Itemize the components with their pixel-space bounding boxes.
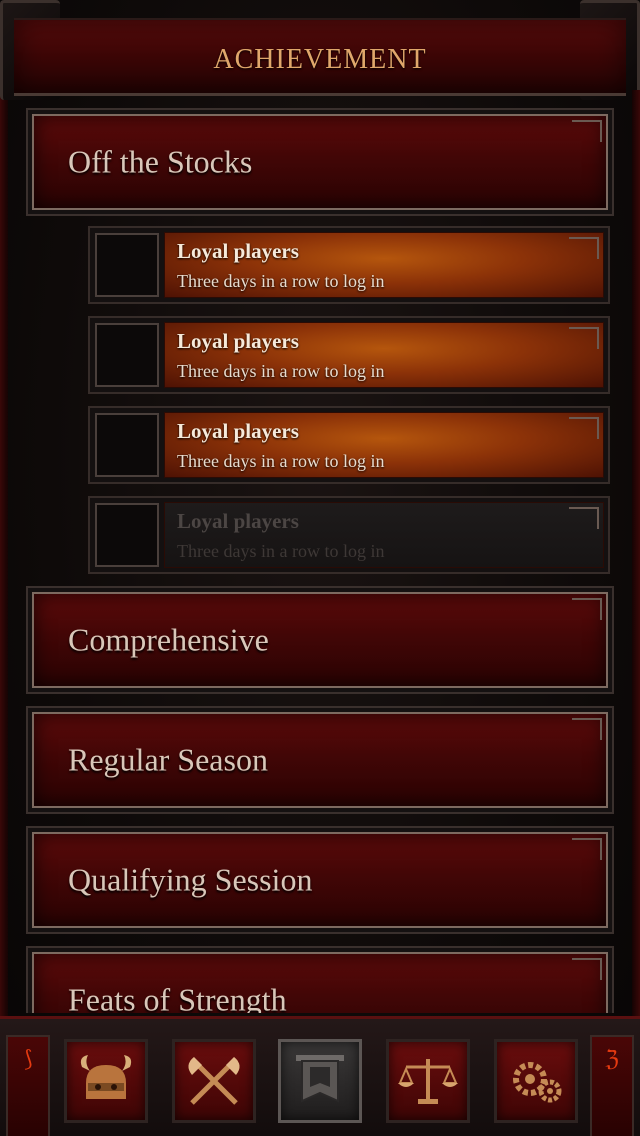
achievement-item-locked[interactable]: Loyal players Three days in a row to log… — [88, 496, 610, 574]
category-label: Comprehensive — [68, 621, 269, 658]
achievement-description: Three days in a row to log in — [177, 541, 385, 561]
category-label: Off the Stocks — [68, 143, 253, 180]
achievement-description: Three days in a row to log in — [177, 361, 385, 381]
category-qualifying-session[interactable]: Qualifying Session — [26, 826, 614, 934]
category-comprehensive[interactable]: Comprehensive — [26, 586, 614, 694]
gears-icon — [513, 1062, 562, 1103]
corner-ornament-icon — [569, 507, 599, 529]
corner-ornament-icon — [569, 417, 599, 439]
achievement-icon-slot — [95, 323, 159, 387]
bottom-nav: ⟆ ℨ — [0, 1016, 640, 1136]
rune-icon: ℨ — [605, 1047, 619, 1072]
category-feats-of-strength[interactable]: Feats of Strength — [26, 946, 614, 1013]
achievement-description: Three days in a row to log in — [177, 451, 385, 471]
achievement-icon-slot — [95, 233, 159, 297]
rune-icon: ⟆ — [23, 1047, 33, 1072]
nav-achievement-button[interactable] — [278, 1039, 362, 1123]
nav-settings-button[interactable] — [494, 1039, 578, 1123]
category-label: Regular Season — [68, 741, 268, 778]
page-title: ACHIEVEMENT — [213, 44, 427, 75]
corner-ornament-icon — [572, 958, 602, 980]
corner-ornament-icon — [569, 237, 599, 259]
corner-ornament-icon — [572, 838, 602, 860]
scales-icon — [398, 1059, 458, 1104]
achievement-item[interactable]: Loyal players Three days in a row to log… — [88, 316, 610, 394]
achievement-title: Loyal players — [177, 329, 299, 353]
achievement-item[interactable]: Loyal players Three days in a row to log… — [88, 406, 610, 484]
category-regular-season[interactable]: Regular Season — [26, 706, 614, 814]
crossed-axes-icon — [188, 1057, 240, 1105]
corner-ornament-icon — [569, 327, 599, 349]
achievement-title: Loyal players — [177, 239, 299, 263]
achievement-title: Loyal players — [177, 509, 299, 533]
nav-battle-button[interactable] — [172, 1039, 256, 1123]
header: ACHIEVEMENT — [14, 18, 626, 96]
achievement-title: Loyal players — [177, 419, 299, 443]
horned-helmet-icon — [80, 1055, 132, 1099]
achievement-icon-slot — [95, 413, 159, 477]
achievement-list[interactable]: Off the Stocks Loyal players Three days … — [26, 108, 614, 1013]
category-label: Feats of Strength — [68, 981, 287, 1014]
category-off-the-stocks[interactable]: Off the Stocks — [26, 108, 614, 216]
corner-ornament-icon — [572, 598, 602, 620]
achievement-icon-slot — [95, 503, 159, 567]
right-rune-tab[interactable]: ℨ — [590, 1035, 634, 1136]
banner-shield-icon — [296, 1055, 344, 1103]
corner-ornament-icon — [572, 718, 602, 740]
category-label: Qualifying Session — [68, 861, 313, 898]
achievement-item[interactable]: Loyal players Three days in a row to log… — [88, 226, 610, 304]
left-rune-tab[interactable]: ⟆ — [6, 1035, 50, 1136]
nav-hero-button[interactable] — [64, 1039, 148, 1123]
app-frame: ACHIEVEMENT Off the Stocks Loyal players… — [0, 0, 640, 1136]
corner-ornament-icon — [572, 120, 602, 142]
nav-trade-button[interactable] — [386, 1039, 470, 1123]
achievement-description: Three days in a row to log in — [177, 271, 385, 291]
